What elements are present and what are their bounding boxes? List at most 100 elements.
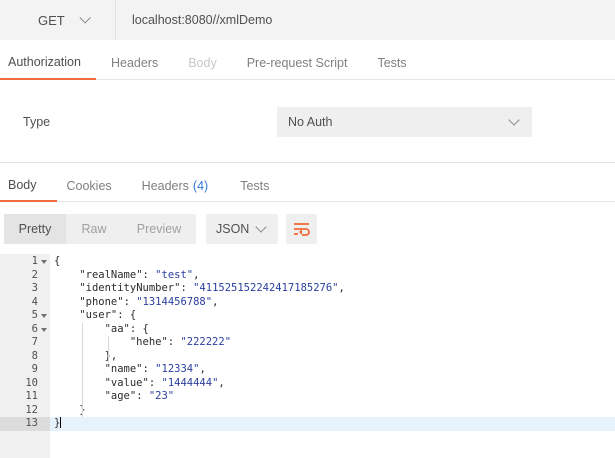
json-key: "value" — [104, 376, 149, 389]
line-number-cell: 4 — [0, 296, 50, 310]
line-number-cell: 1 — [0, 255, 50, 269]
json-string-value: "411525152242417185276" — [193, 282, 339, 294]
line-number-cell: 6 — [0, 323, 50, 337]
json-string-value: "222222" — [180, 336, 232, 348]
line-number: 8 — [31, 349, 38, 362]
line-number-cell: 5 — [0, 309, 50, 323]
code-text: "aa": { — [54, 323, 149, 337]
json-string-value: "1314456788" — [136, 295, 213, 308]
response-tabs: Body Cookies Headers (4) Tests — [0, 170, 615, 202]
response-body-editor[interactable]: 1{2 "realName": "test", 3 "identityNumber… — [0, 254, 615, 458]
line-number: 11 — [25, 390, 38, 402]
wrap-lines-icon — [293, 223, 310, 236]
json-punctuation: : — [167, 336, 181, 348]
json-punctuation: { — [54, 255, 61, 267]
json-punctuation — [54, 269, 79, 281]
language-value: JSON — [216, 222, 250, 236]
method-select[interactable]: GET — [0, 0, 115, 40]
method-label: GET — [38, 12, 65, 28]
json-punctuation: : — [142, 363, 156, 375]
response-tab-label: Cookies — [66, 179, 112, 193]
code-text: "realName": "test", — [54, 269, 199, 283]
code-line: 4 "phone": "1314456788", — [0, 296, 615, 310]
code-text: } — [54, 403, 86, 418]
code-line: 8 }, — [0, 350, 615, 364]
fold-arrow-icon[interactable] — [41, 314, 47, 318]
line-number: 13 — [25, 417, 38, 429]
fold-arrow-icon[interactable] — [41, 260, 47, 264]
json-punctuation: , — [338, 282, 345, 294]
response-tab-label: Body — [8, 178, 37, 192]
auth-type-value: No Auth — [288, 115, 333, 129]
response-tab-cookies[interactable]: Cookies — [57, 170, 127, 202]
code-text: "hehe": "222222" — [54, 336, 231, 350]
json-punctuation: , — [218, 376, 225, 389]
auth-type-select[interactable]: No Auth — [277, 107, 532, 137]
code-line: 7 "hehe": "222222" — [0, 336, 615, 350]
json-punctuation: , — [199, 363, 206, 375]
json-punctuation — [54, 282, 79, 294]
json-punctuation: , — [212, 295, 219, 308]
json-punctuation: : — [142, 268, 156, 281]
line-number-cell: 12 — [0, 404, 50, 418]
json-key: "name" — [104, 363, 143, 375]
json-string-value: "test" — [155, 268, 194, 281]
view-mode-preview[interactable]: Preview — [122, 214, 196, 244]
line-number: 1 — [31, 255, 38, 267]
json-key: "identityNumber" — [79, 282, 181, 294]
line-number: 10 — [25, 376, 38, 389]
code-text: "age": "23" — [54, 390, 175, 404]
code-text: "user": { — [54, 309, 136, 323]
response-tab-body[interactable]: Body — [0, 170, 57, 202]
line-number: 4 — [31, 295, 38, 308]
fold-arrow-icon[interactable] — [41, 327, 47, 332]
code-text: "name": "12334", — [54, 363, 206, 377]
chevron-down-icon — [508, 114, 520, 126]
code-line: 11 "age": "23" — [0, 390, 615, 404]
json-punctuation — [54, 296, 79, 308]
view-mode-raw[interactable]: Raw — [66, 214, 122, 244]
line-number: 6 — [31, 322, 38, 335]
json-string-value: "23" — [148, 390, 175, 402]
json-punctuation: : { — [117, 309, 137, 321]
json-key: "phone" — [79, 295, 124, 308]
language-select[interactable]: JSON — [206, 214, 278, 244]
headers-count-badge: (4) — [192, 179, 209, 193]
view-mode-pretty[interactable]: Pretty — [4, 214, 66, 244]
line-number: 3 — [31, 282, 38, 294]
response-tab-label: Tests — [240, 179, 270, 193]
json-punctuation: } — [54, 403, 86, 416]
url-input[interactable]: localhost:8080//xmlDemo — [115, 0, 615, 40]
code-line: 12 } — [0, 404, 615, 418]
line-number-cell: 7 — [0, 336, 50, 350]
response-tab-label: Headers — [141, 179, 189, 193]
request-tabs: Authorization Headers Body Pre-request Scri… — [0, 46, 615, 80]
json-key: "realName" — [79, 268, 143, 281]
json-string-value: "12334" — [155, 363, 200, 375]
code-line: 3 "identityNumber": "4115251522424171852… — [0, 282, 615, 296]
json-punctuation: : { — [129, 322, 149, 335]
code-line: 2 "realName": "test", — [0, 269, 615, 283]
auth-type-label: Type — [23, 115, 51, 129]
response-tab-tests[interactable]: Tests — [223, 170, 284, 202]
json-punctuation — [54, 390, 105, 402]
json-punctuation — [54, 309, 79, 321]
code-line: 1{ — [0, 255, 615, 269]
json-key: "hehe" — [129, 336, 168, 348]
line-number-cell: 11 — [0, 390, 50, 404]
json-string-value: "1444444" — [161, 376, 219, 389]
wrap-lines-button[interactable] — [286, 214, 317, 244]
indent-guide — [82, 322, 83, 417]
line-number-cell: 13 — [0, 417, 50, 431]
tab-pre-request-script[interactable]: Pre-request Script — [232, 46, 363, 80]
json-punctuation — [54, 336, 130, 348]
response-tab-headers[interactable]: Headers (4) — [127, 170, 224, 202]
json-punctuation — [54, 323, 105, 335]
tab-headers[interactable]: Headers — [96, 46, 173, 80]
tab-authorization[interactable]: Authorization — [0, 46, 96, 80]
json-punctuation: : — [136, 390, 149, 402]
line-number: 12 — [25, 403, 38, 416]
tab-body: Body — [188, 56, 217, 70]
tab-tests[interactable]: Tests — [362, 46, 421, 80]
line-number-cell: 3 — [0, 282, 50, 296]
